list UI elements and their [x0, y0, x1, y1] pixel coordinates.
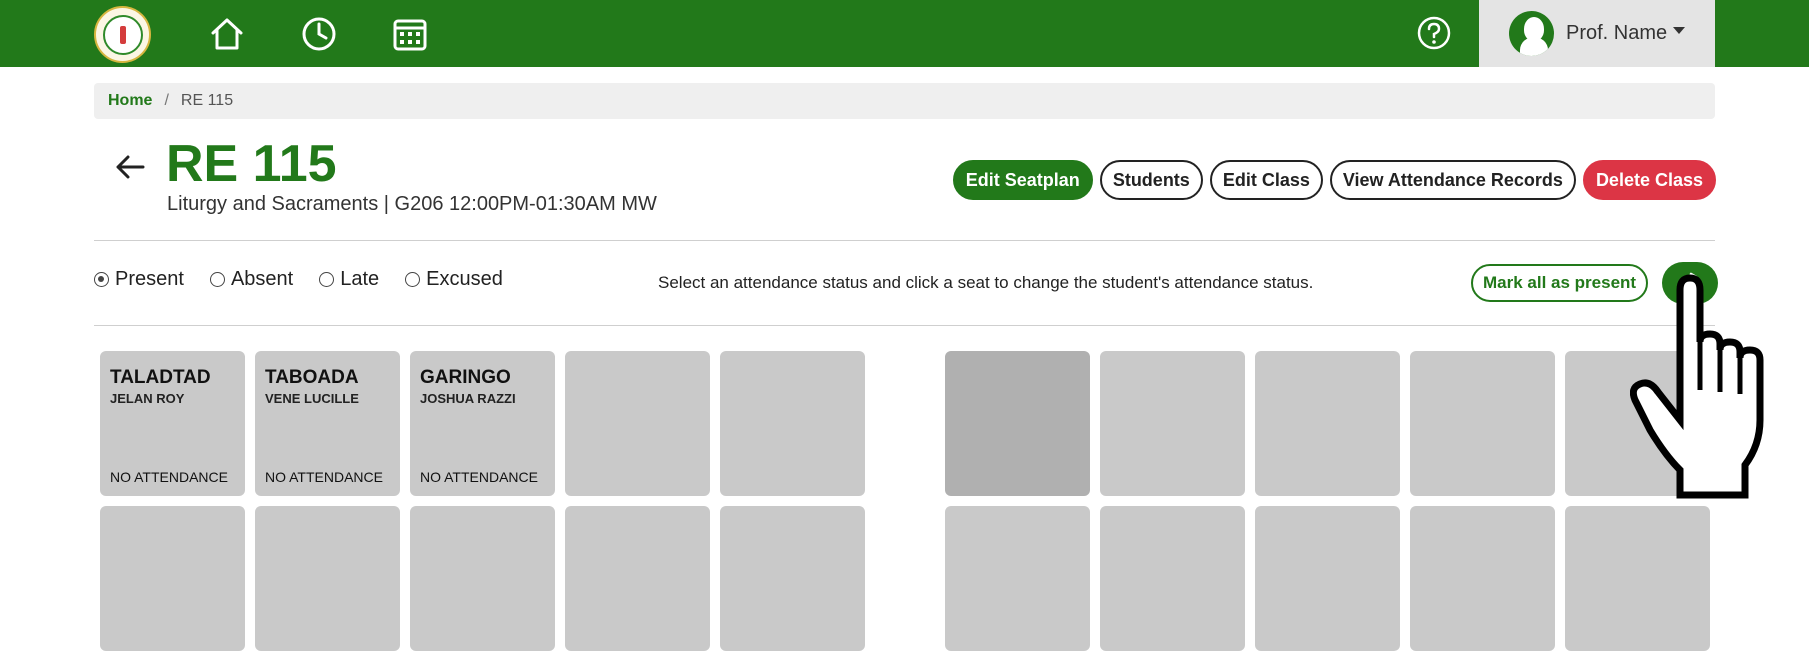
seat-empty[interactable] — [255, 506, 400, 651]
student-last-name: TALADTAD — [110, 367, 211, 388]
seat-empty[interactable] — [1255, 506, 1400, 651]
student-first-name: JOSHUA RAZZI — [420, 391, 516, 406]
student-first-name: VENE LUCILLE — [265, 391, 359, 406]
breadcrumb-current: RE 115 — [180, 92, 234, 109]
seat-empty[interactable] — [720, 506, 865, 651]
back-arrow-icon[interactable] — [113, 150, 147, 184]
seat-empty[interactable] — [1255, 351, 1400, 496]
students-button[interactable]: Students — [1099, 160, 1203, 200]
seat-empty[interactable] — [945, 506, 1090, 651]
page-title: RE 115 — [166, 135, 337, 193]
student-last-name: GARINGO — [420, 367, 511, 388]
seat-occupied[interactable]: TABOADA VENE LUCILLE NO ATTENDANCE — [255, 351, 400, 496]
divider — [94, 240, 1715, 241]
seat-empty[interactable] — [1100, 506, 1245, 651]
mark-all-present-button[interactable]: Mark all as present — [1471, 264, 1649, 302]
attendance-status-options: Present Absent Late Excused — [94, 268, 503, 291]
student-first-name: JELAN ROY — [110, 391, 185, 406]
radio-label: Excused — [426, 268, 503, 290]
seat-empty[interactable] — [1100, 351, 1245, 496]
attendance-status: NO ATTENDANCE — [420, 469, 538, 485]
breadcrumb-home[interactable]: Home — [108, 92, 152, 110]
clock-icon[interactable] — [300, 15, 338, 53]
seat-empty[interactable] — [945, 351, 1090, 496]
calendar-icon[interactable] — [391, 15, 429, 53]
radio-label: Present — [115, 268, 184, 290]
class-details: Liturgy and Sacraments | G206 12:00PM-01… — [167, 193, 657, 215]
radio-excused[interactable]: Excused — [405, 268, 503, 291]
radio-dot[interactable] — [94, 272, 109, 287]
instruction-text: Select an attendance status and click a … — [658, 273, 1314, 292]
attendance-status: NO ATTENDANCE — [265, 469, 383, 485]
seat-empty[interactable] — [1410, 506, 1555, 651]
university-logo[interactable] — [94, 6, 151, 63]
delete-class-button[interactable]: Delete Class — [1582, 160, 1716, 200]
radio-dot[interactable] — [405, 272, 421, 287]
radio-label: Late — [340, 268, 380, 290]
seat-empty[interactable] — [1410, 351, 1555, 496]
student-last-name: TABOADA — [265, 367, 359, 388]
breadcrumb-separator: / — [164, 92, 169, 109]
edit-class-button[interactable]: Edit Class — [1209, 160, 1323, 200]
home-icon[interactable] — [208, 15, 246, 53]
seat-occupied[interactable]: GARINGO JOSHUA RAZZI NO ATTENDANCE — [410, 351, 555, 496]
seat-empty[interactable] — [565, 506, 710, 651]
radio-dot[interactable] — [209, 272, 225, 287]
radio-absent[interactable]: Absent — [209, 268, 294, 291]
view-attendance-records-button[interactable]: View Attendance Records — [1329, 160, 1576, 200]
refresh-icon — [1681, 272, 1699, 292]
attendance-status: NO ATTENDANCE — [110, 469, 228, 485]
avatar — [1509, 11, 1554, 56]
divider — [94, 325, 1715, 326]
question-circle-icon[interactable] — [1416, 15, 1452, 51]
breadcrumb: Home / RE 115 — [94, 83, 1715, 119]
profile-name: Prof. Name — [1566, 22, 1668, 44]
seat-empty[interactable] — [410, 506, 555, 651]
seat-empty[interactable] — [1565, 506, 1710, 651]
chevron-down-icon — [1673, 27, 1686, 34]
seat-empty[interactable] — [100, 506, 245, 651]
radio-dot[interactable] — [319, 272, 335, 287]
refresh-button[interactable] — [1662, 262, 1718, 304]
seat-empty[interactable] — [1565, 351, 1710, 496]
top-navbar: Prof. Name — [0, 0, 1809, 67]
edit-seatplan-button[interactable]: Edit Seatplan — [952, 160, 1093, 200]
radio-late[interactable]: Late — [319, 268, 379, 291]
radio-label: Absent — [230, 268, 294, 290]
profile-menu[interactable]: Prof. Name — [1479, 0, 1715, 67]
seat-empty[interactable] — [720, 351, 865, 496]
radio-present[interactable]: Present — [94, 268, 184, 291]
seat-empty[interactable] — [565, 351, 710, 496]
seat-occupied[interactable]: TALADTAD JELAN ROY NO ATTENDANCE — [100, 351, 245, 496]
class-actions: Edit Seatplan Students Edit Class View A… — [952, 160, 1716, 200]
